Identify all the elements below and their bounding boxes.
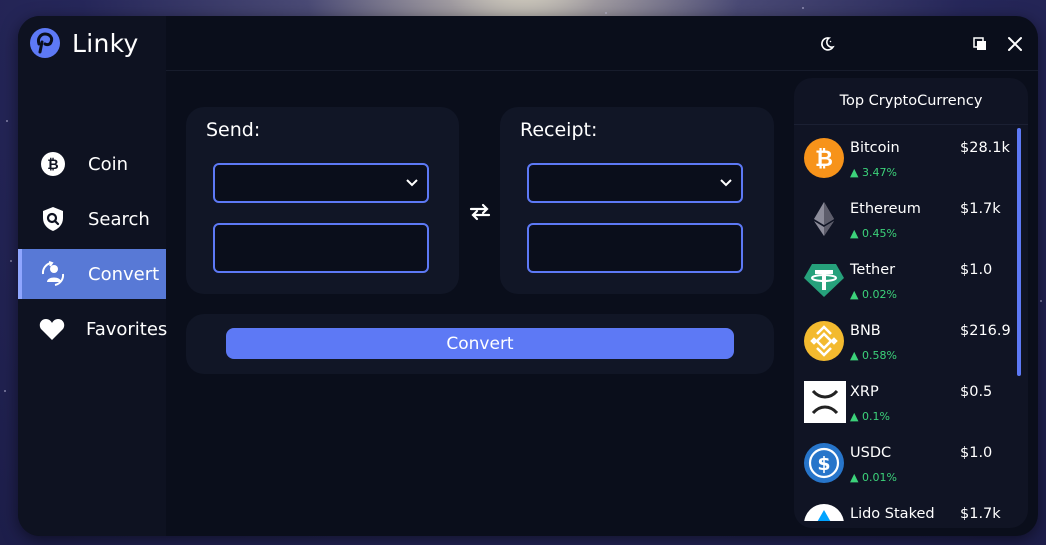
coin-row-ethereum[interactable]: Ethereum ▲ 0.45% $1.7k [794, 186, 1028, 247]
svg-text:₿: ₿ [47, 157, 58, 173]
app-window: Linky ₿ Coin Search Convert Favorites Se… [18, 16, 1038, 536]
coin-price: $0.5 [960, 384, 993, 400]
coin-change: ▲ 0.1% [850, 410, 890, 423]
coin-price: $1.7k [960, 201, 1001, 217]
bnb-icon [804, 321, 844, 361]
send-panel: Send: [186, 107, 459, 294]
coin-price: $1.0 [960, 445, 993, 461]
receipt-panel: Receipt: [500, 107, 774, 294]
sidebar-item-favorites[interactable]: Favorites [18, 304, 168, 354]
coin-change: ▲ 0.45% [850, 227, 897, 240]
bitcoin-icon: ₿ [804, 138, 844, 178]
usdc-icon: $ [804, 443, 844, 483]
svg-text:$: $ [817, 453, 830, 475]
lido-staked-icon [804, 504, 844, 521]
linky-logo-icon [30, 28, 60, 58]
chevron-down-icon [406, 179, 418, 187]
up-arrow-icon: ▲ [850, 471, 862, 484]
sidebar-item-label: Convert [88, 263, 160, 285]
coin-change: ▲ 0.01% [850, 471, 897, 484]
coin-price: $1.0 [960, 262, 993, 278]
coin-name: USDC [850, 445, 892, 461]
coin-price: $28.1k [960, 140, 1010, 156]
sidebar: Linky ₿ Coin Search Convert Favorites [18, 16, 168, 536]
top-crypto-panel: Top CryptoCurrency ₿ Bitcoin ▲ 3.47% $28… [794, 78, 1028, 528]
top-crypto-title: Top CryptoCurrency [794, 78, 1028, 125]
sidebar-item-label: Favorites [86, 318, 168, 340]
coin-list[interactable]: ₿ Bitcoin ▲ 3.47% $28.1k Ethereum ▲ 0.45… [794, 125, 1028, 521]
search-shield-icon [39, 205, 67, 233]
sidebar-item-search[interactable]: Search [18, 194, 166, 244]
coin-price: $216.9 [960, 323, 1011, 339]
up-arrow-icon: ▲ [850, 166, 862, 179]
swap-arrows-icon[interactable] [468, 202, 494, 222]
ethereum-icon [804, 199, 844, 239]
heart-icon [39, 315, 65, 343]
convert-button[interactable]: Convert [226, 328, 734, 359]
coin-name: Bitcoin [850, 140, 900, 156]
coin-change: ▲ 0.58% [850, 349, 897, 362]
coin-row-usdc[interactable]: $ USDC ▲ 0.01% $1.0 [794, 430, 1028, 491]
sidebar-item-coin[interactable]: ₿ Coin [18, 139, 166, 189]
coin-row-bitcoin[interactable]: ₿ Bitcoin ▲ 3.47% $28.1k [794, 125, 1028, 186]
coin-name: Tether [850, 262, 896, 278]
tether-icon [804, 260, 844, 300]
convert-user-icon [39, 260, 67, 288]
coin-row-lido-staked[interactable]: Lido Staked $1.7k [794, 491, 1028, 521]
up-arrow-icon: ▲ [850, 349, 862, 362]
chevron-down-icon [720, 179, 732, 187]
coin-change: ▲ 3.47% [850, 166, 897, 179]
copy-icon[interactable] [971, 35, 989, 53]
coin-name: BNB [850, 323, 881, 339]
coin-row-bnb[interactable]: BNB ▲ 0.58% $216.9 [794, 308, 1028, 369]
receipt-currency-select[interactable] [527, 163, 743, 203]
moon-icon[interactable] [818, 35, 836, 53]
app-name: Linky [72, 28, 139, 58]
coin-list-scrollbar[interactable] [1017, 128, 1021, 376]
sidebar-item-label: Search [88, 208, 150, 230]
close-icon[interactable] [1006, 35, 1024, 53]
xrp-icon [804, 381, 846, 423]
sidebar-item-label: Coin [88, 153, 128, 175]
coin-row-tether[interactable]: Tether ▲ 0.02% $1.0 [794, 247, 1028, 308]
coin-name: Lido Staked [850, 506, 935, 521]
coin-change: ▲ 0.02% [850, 288, 897, 301]
coin-name: Ethereum [850, 201, 921, 217]
convert-panel: Convert [186, 314, 774, 374]
send-title: Send: [206, 119, 261, 141]
svg-text:₿: ₿ [815, 147, 833, 172]
sidebar-nav: ₿ Coin Search Convert Favorites [18, 139, 168, 359]
send-currency-select[interactable] [213, 163, 429, 203]
bitcoin-icon: ₿ [39, 150, 67, 178]
send-amount-input[interactable] [213, 223, 429, 273]
coin-row-xrp[interactable]: XRP ▲ 0.1% $0.5 [794, 369, 1028, 430]
brand: Linky [30, 28, 139, 58]
coin-price: $1.7k [960, 506, 1001, 521]
up-arrow-icon: ▲ [850, 410, 862, 423]
up-arrow-icon: ▲ [850, 288, 862, 301]
up-arrow-icon: ▲ [850, 227, 862, 240]
top-bar [166, 16, 1038, 71]
receipt-amount-input[interactable] [527, 223, 743, 273]
coin-name: XRP [850, 384, 879, 400]
receipt-title: Receipt: [520, 119, 598, 141]
sidebar-item-convert[interactable]: Convert [18, 249, 166, 299]
